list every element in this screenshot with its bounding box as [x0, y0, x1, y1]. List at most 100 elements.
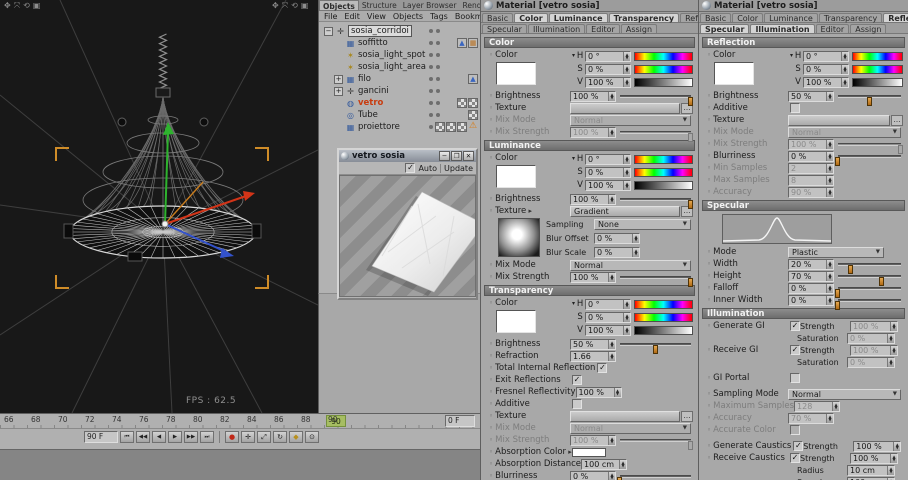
render-visibility-dot[interactable] [436, 113, 440, 117]
render-visibility-dot[interactable] [436, 29, 440, 33]
spinner-arrows-icon[interactable] [623, 180, 631, 190]
hsv-v-gradient[interactable] [634, 180, 693, 190]
blurriness-value[interactable]: 0 % [570, 470, 616, 480]
poly-tag-icon[interactable] [457, 38, 467, 48]
tab-reflection[interactable]: Reflection [680, 13, 698, 23]
spinner-arrows-icon[interactable] [608, 272, 615, 282]
spinner-arrows-icon[interactable] [826, 91, 833, 101]
total-internal-reflection-checkbox[interactable] [597, 363, 608, 373]
spinner-arrows-icon[interactable] [608, 435, 615, 445]
visibility-dots[interactable] [429, 53, 440, 57]
hsv-h-gradient[interactable] [852, 51, 903, 61]
manager-tab-structure[interactable]: Structure [359, 0, 400, 10]
current-frame-field[interactable]: 90 F [84, 431, 118, 443]
object-name[interactable]: sosia_corridoi [348, 25, 412, 37]
spinner-arrows-icon[interactable] [890, 345, 897, 355]
tree-row-sosia-corridoi[interactable]: ✛ sosia_corridoi [321, 25, 480, 37]
render-visibility-dot[interactable] [436, 41, 440, 45]
visibility-dots[interactable] [429, 65, 440, 69]
tree-row-tube[interactable]: ◎ Tube [321, 109, 480, 121]
editor-visibility-dot[interactable] [429, 89, 433, 93]
accuracy-value[interactable]: 70 % [788, 412, 834, 424]
spinner-arrows-icon[interactable] [826, 151, 833, 161]
hsv-v-gradient[interactable] [634, 77, 693, 87]
spinner-arrows-icon[interactable] [826, 271, 833, 281]
slider[interactable] [617, 471, 691, 480]
tab-illumination[interactable]: Illumination [527, 24, 586, 34]
slider[interactable] [838, 139, 903, 154]
slider-handle[interactable] [866, 96, 872, 106]
color-swatch[interactable] [714, 62, 754, 85]
hsv-s-value[interactable]: 0 % [803, 63, 850, 75]
spinner-arrows-icon[interactable] [623, 154, 631, 164]
3d-viewport[interactable]: ✥ ⤧ ⟲ ▣ ✥ ⤧ ⟲ ▣ FPS : 62.5 [0, 0, 318, 413]
tree-row-gancini[interactable]: ✛ gancini [321, 85, 480, 97]
spinner-arrows-icon[interactable] [826, 175, 833, 185]
dropdown-mix-mode[interactable]: Normal [570, 114, 691, 126]
spinner-arrows-icon[interactable] [608, 91, 615, 101]
texture-browse-button[interactable] [891, 114, 903, 126]
blur-offset-value[interactable]: 0 % [594, 232, 640, 244]
color-swatch[interactable] [496, 62, 536, 85]
slider-handle[interactable] [688, 96, 693, 106]
slider-handle[interactable] [652, 344, 658, 354]
mix-strength-value[interactable]: 100 % [788, 138, 834, 150]
object-name[interactable]: gancini [358, 86, 389, 96]
slider[interactable] [620, 127, 693, 142]
object-name[interactable]: proiettore [358, 122, 400, 132]
brightness-value[interactable]: 50 % [788, 90, 834, 102]
hsv-v-gradient[interactable] [634, 325, 693, 335]
tree-row-vetro[interactable]: ◍ vetro [321, 97, 480, 109]
spinner-arrows-icon[interactable] [832, 401, 840, 411]
spinner-arrows-icon[interactable] [841, 77, 849, 87]
height-value[interactable]: 70 % [788, 270, 834, 282]
warning-icon[interactable] [468, 122, 478, 132]
hsv-v-value[interactable]: 100 % [585, 179, 632, 191]
mix-strength-value[interactable]: 100 % [570, 434, 616, 446]
slider-handle[interactable] [688, 132, 693, 142]
material-tag-icon[interactable] [435, 122, 445, 132]
goto-start-button[interactable]: ⏮ [120, 431, 134, 443]
spinner-arrows-icon[interactable] [826, 187, 833, 197]
object-name[interactable]: vetro [358, 98, 383, 108]
object-name[interactable]: sosia_light_spot [358, 50, 425, 60]
exit-reflections-checkbox[interactable] [572, 375, 582, 385]
spinner-arrows-icon[interactable] [623, 77, 631, 87]
tab-luminance[interactable]: Luminance [764, 13, 818, 23]
zoom-view-icon[interactable]: ⤧ [14, 1, 20, 11]
render-visibility-dot[interactable] [436, 101, 440, 105]
goto-end-button[interactable]: ⏭ [200, 431, 214, 443]
receive-gi-checkbox[interactable] [790, 345, 800, 355]
hsv-h-gradient[interactable] [634, 299, 693, 309]
spinner-arrows-icon[interactable] [623, 299, 631, 309]
visibility-dots[interactable] [429, 29, 440, 33]
editor-visibility-dot[interactable] [429, 77, 433, 81]
tab-specular[interactable]: Specular [482, 24, 527, 34]
receive-caustics-checkbox[interactable] [790, 453, 800, 463]
material-preview-window[interactable]: vetro sosia ─❐✕ Auto Update [337, 148, 478, 300]
spinner-arrows-icon[interactable] [623, 167, 631, 177]
spinner-arrows-icon[interactable] [632, 247, 639, 257]
slider[interactable] [838, 271, 901, 286]
tree-row-filo[interactable]: ▦filo [321, 73, 480, 85]
generate-gi-checkbox[interactable] [790, 321, 800, 331]
editor-visibility-dot[interactable] [429, 29, 433, 33]
editor-visibility-dot[interactable] [429, 41, 433, 45]
falloff-value[interactable]: 0 % [788, 282, 834, 294]
spinner-arrows-icon[interactable] [887, 333, 894, 343]
pan-view-icon[interactable]: ✥ [272, 1, 279, 11]
dropdown-mix-mode[interactable]: Normal [570, 259, 691, 271]
object-name[interactable]: Tube [358, 110, 378, 120]
visibility-dots[interactable] [429, 77, 440, 81]
tab-basic[interactable]: Basic [700, 13, 732, 23]
strength-value[interactable]: 100 % [850, 344, 898, 356]
manager-tab-layer-browser[interactable]: Layer Browser [400, 0, 460, 10]
spinner-arrows-icon[interactable] [613, 387, 621, 397]
slider[interactable] [620, 194, 693, 209]
next-frame-button[interactable]: ▶▶ [184, 431, 198, 443]
object-name[interactable]: sosia_light_area [358, 62, 426, 72]
mix-strength-value[interactable]: 100 % [570, 271, 616, 283]
spinner-arrows-icon[interactable] [623, 325, 631, 335]
hsv-s-value[interactable]: 0 % [585, 166, 632, 178]
spinner-arrows-icon[interactable] [632, 233, 639, 243]
